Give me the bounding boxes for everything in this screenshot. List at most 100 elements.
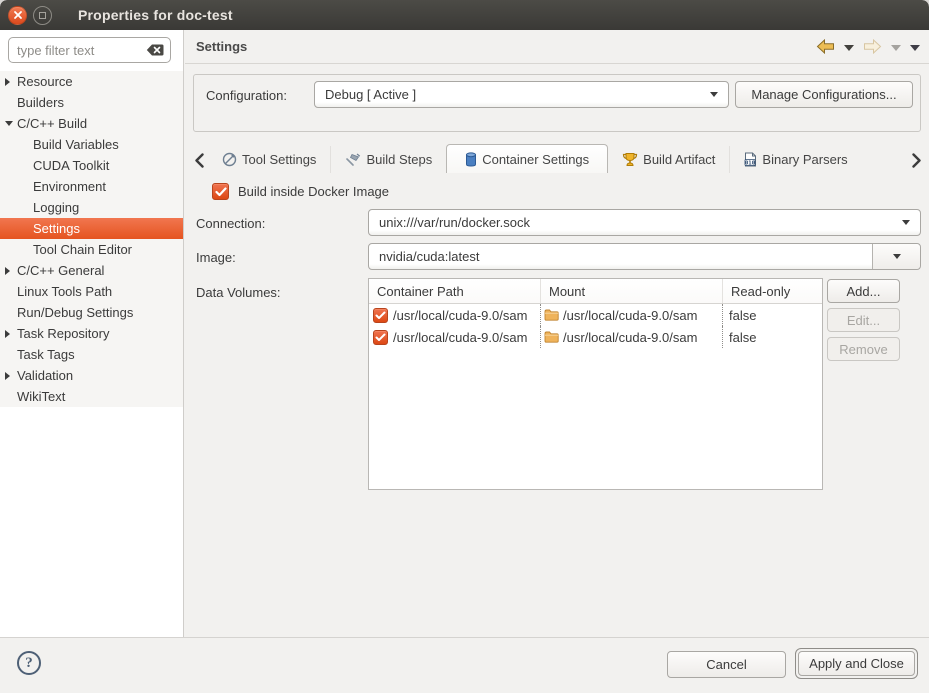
sidebar-item-resource[interactable]: Resource xyxy=(0,71,183,92)
tab-label: Binary Parsers xyxy=(762,152,847,167)
tab-build-steps[interactable]: Build Steps xyxy=(330,146,446,173)
tree-arrow-spacer xyxy=(21,203,33,213)
main-panel: Settings Configuration: Debug [ Active ]… xyxy=(185,30,929,637)
binary-parsers-icon: 010 xyxy=(744,152,757,167)
volume-checkbox[interactable] xyxy=(373,308,388,323)
sidebar-item-validation[interactable]: Validation xyxy=(0,365,183,386)
tab-label: Build Steps xyxy=(366,152,432,167)
sidebar-item-cuda-toolkit[interactable]: CUDA Toolkit xyxy=(0,155,183,176)
folder-icon xyxy=(544,309,559,321)
help-button[interactable]: ? xyxy=(17,651,41,675)
mount-text: /usr/local/cuda-9.0/sam xyxy=(563,330,697,345)
connection-value: unix:///var/run/docker.sock xyxy=(379,215,530,230)
add-button[interactable]: Add... xyxy=(827,279,900,303)
sidebar-item-settings[interactable]: Settings xyxy=(0,218,183,239)
tab-tool-settings[interactable]: Tool Settings xyxy=(208,146,330,173)
sidebar-item-wikitext[interactable]: WikiText xyxy=(0,386,183,407)
configuration-group: Configuration: Debug [ Active ] Manage C… xyxy=(193,74,921,132)
sidebar-item-logging[interactable]: Logging xyxy=(0,197,183,218)
mount-text: /usr/local/cuda-9.0/sam xyxy=(563,308,697,323)
apply-and-close-button[interactable]: Apply and Close xyxy=(798,651,915,676)
sidebar: ResourceBuilders C/C++ Build Build Variabl… xyxy=(0,30,184,637)
sidebar-item-task-repository[interactable]: Task Repository xyxy=(0,323,183,344)
tab-build-artifact[interactable]: Build Artifact xyxy=(608,146,729,173)
image-value: nvidia/cuda:latest xyxy=(379,249,479,264)
sidebar-item-label: C/C++ Build xyxy=(17,116,87,131)
remove-button: Remove xyxy=(827,337,900,361)
sidebar-item-tool-chain-editor[interactable]: Tool Chain Editor xyxy=(0,239,183,260)
sidebar-item-task-tags[interactable]: Task Tags xyxy=(0,344,183,365)
sidebar-item-c-c-build[interactable]: C/C++ Build xyxy=(0,113,183,134)
folder-icon xyxy=(544,331,559,343)
sidebar-item-environment[interactable]: Environment xyxy=(0,176,183,197)
tree-arrow-spacer xyxy=(21,245,33,255)
tab-container-settings[interactable]: Container Settings xyxy=(446,144,608,173)
volume-checkbox[interactable] xyxy=(373,330,388,345)
sidebar-item-builders[interactable]: Builders xyxy=(0,92,183,113)
tree-collapsed-arrow-icon[interactable] xyxy=(5,371,17,381)
configuration-label: Configuration: xyxy=(206,88,287,103)
tab-label: Build Artifact xyxy=(643,152,715,167)
cancel-button[interactable]: Cancel xyxy=(667,651,786,678)
back-history-dropdown-icon[interactable] xyxy=(844,45,854,51)
edit-button: Edit... xyxy=(827,308,900,332)
default-button-ring: Apply and Close xyxy=(795,648,918,679)
sidebar-item-label: Task Repository xyxy=(17,326,109,341)
volume-row[interactable]: /usr/local/cuda-9.0/sam/usr/local/cuda-9… xyxy=(369,304,822,326)
volume-row[interactable]: /usr/local/cuda-9.0/sam/usr/local/cuda-9… xyxy=(369,326,822,348)
image-dropdown-button[interactable] xyxy=(872,244,920,269)
image-label: Image: xyxy=(196,250,236,265)
tree-arrow-spacer xyxy=(21,161,33,171)
sidebar-item-label: Validation xyxy=(17,368,73,383)
sidebar-item-label: Tool Chain Editor xyxy=(33,242,132,257)
tree-arrow-spacer xyxy=(21,140,33,150)
forward-history-dropdown-icon[interactable] xyxy=(891,45,901,51)
tabs-scroll-right-icon[interactable] xyxy=(912,153,921,168)
connection-select[interactable]: unix:///var/run/docker.sock xyxy=(368,209,921,236)
tabs: Tool Settings Build Steps Container Settin… xyxy=(208,144,862,173)
sidebar-item-build-variables[interactable]: Build Variables xyxy=(0,134,183,155)
sidebar-item-c-c-general[interactable]: C/C++ General xyxy=(0,260,183,281)
window-close-button[interactable] xyxy=(8,6,27,25)
tab-binary-parsers[interactable]: 010 Binary Parsers xyxy=(729,146,861,173)
sidebar-item-label: WikiText xyxy=(17,389,65,404)
window-title: Properties for doc-test xyxy=(78,7,233,23)
titlebar[interactable]: Properties for doc-test xyxy=(0,0,929,30)
sidebar-item-label: C/C++ General xyxy=(17,263,104,278)
configuration-select[interactable]: Debug [ Active ] xyxy=(314,81,729,108)
configuration-value: Debug [ Active ] xyxy=(325,87,416,102)
tree-collapsed-arrow-icon[interactable] xyxy=(5,77,17,87)
clear-filter-icon[interactable] xyxy=(146,44,164,56)
view-menu-icon[interactable] xyxy=(910,45,920,51)
read-only-cell: false xyxy=(723,304,822,326)
build-inside-docker-checkbox[interactable] xyxy=(212,183,229,200)
build-steps-icon xyxy=(345,153,361,167)
tree-expanded-arrow-icon[interactable] xyxy=(5,119,17,129)
forward-icon[interactable] xyxy=(863,39,882,57)
sidebar-item-label: Environment xyxy=(33,179,106,194)
tabs-scroll-left-icon[interactable] xyxy=(195,153,204,168)
back-icon[interactable] xyxy=(816,39,835,57)
column-header-read-only[interactable]: Read-only xyxy=(723,279,822,303)
chevron-down-icon xyxy=(893,254,901,259)
window-maximize-button[interactable] xyxy=(33,6,52,25)
tree-arrow-spacer xyxy=(5,392,17,402)
sidebar-item-run-debug-settings[interactable]: Run/Debug Settings xyxy=(0,302,183,323)
tree-collapsed-arrow-icon[interactable] xyxy=(5,266,17,276)
sidebar-tree: ResourceBuilders C/C++ Build Build Variabl… xyxy=(0,71,183,407)
image-combo[interactable]: nvidia/cuda:latest xyxy=(368,243,921,270)
table-header-row: Container PathMountRead-only xyxy=(369,279,822,304)
tab-label: Tool Settings xyxy=(242,152,316,167)
data-volumes-table: Container PathMountRead-only /usr/local/… xyxy=(368,278,823,490)
container-path-cell: /usr/local/cuda-9.0/sam xyxy=(369,304,541,326)
chevron-down-icon xyxy=(710,92,718,97)
tree-collapsed-arrow-icon[interactable] xyxy=(5,329,17,339)
connection-label: Connection: xyxy=(196,216,265,231)
sidebar-item-linux-tools-path[interactable]: Linux Tools Path xyxy=(0,281,183,302)
manage-configurations-button[interactable]: Manage Configurations... xyxy=(735,81,913,108)
table-body: /usr/local/cuda-9.0/sam/usr/local/cuda-9… xyxy=(369,304,822,348)
tree-arrow-spacer xyxy=(21,224,33,234)
column-header-container-path[interactable]: Container Path xyxy=(369,279,541,303)
container-path-cell: /usr/local/cuda-9.0/sam xyxy=(369,326,541,348)
column-header-mount[interactable]: Mount xyxy=(541,279,723,303)
